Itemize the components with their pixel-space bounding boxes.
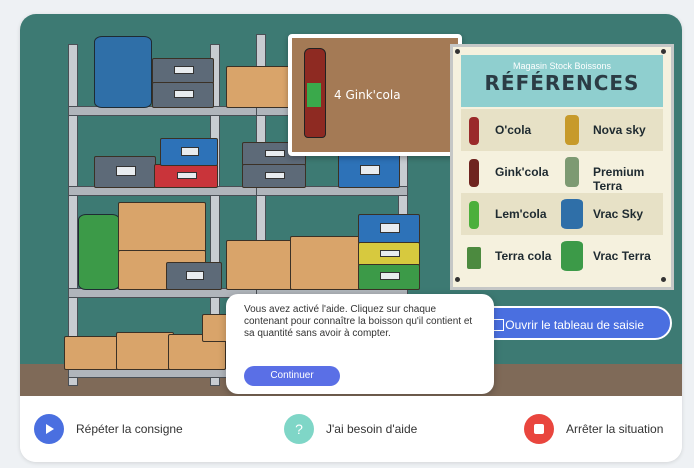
ref-row: Terra cola Vrac Terra <box>461 235 663 277</box>
metal-case[interactable] <box>152 58 214 84</box>
green-bottle-icon <box>469 201 479 229</box>
cardboard-box[interactable] <box>64 336 122 370</box>
stop-label: Arrêter la situation <box>566 422 664 436</box>
blue-drum[interactable] <box>94 36 152 108</box>
metal-case[interactable] <box>242 164 306 188</box>
blue-case[interactable] <box>358 214 420 244</box>
need-help-button[interactable]: ? J'ai besoin d'aide <box>284 414 434 444</box>
cardboard-box[interactable] <box>118 202 206 252</box>
board-title: RÉFÉRENCES <box>484 71 640 95</box>
product-popup: 4 Gink'cola <box>288 34 462 156</box>
cardboard-box[interactable] <box>226 240 298 290</box>
red-bottle-icon <box>469 117 479 145</box>
help-message: Vous avez activé l'aide. Cliquez sur cha… <box>244 304 473 339</box>
popup-product-text: 4 Gink'cola <box>334 88 401 102</box>
metal-case[interactable] <box>152 82 214 108</box>
dark-red-bottle-icon <box>469 159 479 187</box>
green-drum-icon <box>561 241 583 271</box>
yellow-bottle-icon <box>565 115 579 145</box>
ref-row: O'cola Nova sky <box>461 109 663 151</box>
blue-case[interactable] <box>338 154 400 188</box>
open-table-label: Ouvrir le tableau de saisie <box>505 318 644 332</box>
metal-case[interactable] <box>94 156 156 188</box>
blue-drum-icon <box>561 199 583 229</box>
cardboard-box[interactable] <box>290 236 362 290</box>
ref-row: Gink'cola Premium Terra <box>461 151 663 193</box>
stop-icon <box>524 414 554 444</box>
cardboard-box[interactable] <box>226 66 290 108</box>
ref-label: Lem'cola <box>495 207 547 221</box>
references-board: Magasin Stock Boissons RÉFÉRENCES O'cola… <box>450 44 674 290</box>
play-icon <box>34 414 64 444</box>
bottom-bar: Répéter la consigne ? J'ai besoin d'aide… <box>20 396 682 462</box>
repeat-instruction-button[interactable]: Répéter la consigne <box>34 414 204 444</box>
ref-label: Terra cola <box>495 249 552 263</box>
store-name: Magasin Stock Boissons <box>512 61 612 71</box>
gink-cola-bottle-icon <box>304 48 326 138</box>
help-label: J'ai besoin d'aide <box>326 422 418 436</box>
premium-bottle-icon <box>565 157 579 187</box>
green-drum[interactable] <box>78 214 120 290</box>
blue-case[interactable] <box>160 138 218 166</box>
help-dialog: Vous avez activé l'aide. Cliquez sur cha… <box>226 294 494 394</box>
metal-case[interactable] <box>166 262 222 290</box>
help-icon: ? <box>284 414 314 444</box>
green-case[interactable] <box>358 264 420 290</box>
ref-label: Nova sky <box>593 123 646 137</box>
stop-situation-button[interactable]: Arrêter la situation <box>524 414 680 444</box>
shelf-post <box>68 44 78 386</box>
open-table-button[interactable]: Ouvrir le tableau de saisie <box>476 306 672 340</box>
board-header: Magasin Stock Boissons RÉFÉRENCES <box>461 55 663 107</box>
ref-label: Premium Terra <box>593 165 645 193</box>
red-case[interactable] <box>154 164 218 188</box>
ref-row: Lem'cola Vrac Sky <box>461 193 663 235</box>
ref-label: Vrac Sky <box>593 207 644 221</box>
ref-label: Vrac Terra <box>593 249 651 263</box>
repeat-label: Répéter la consigne <box>76 422 183 436</box>
yellow-case[interactable] <box>358 242 420 266</box>
cardboard-box[interactable] <box>116 332 174 370</box>
can-icon <box>467 247 481 269</box>
game-frame: 4 Gink'cola Magasin Stock Boissons RÉFÉR… <box>20 14 682 462</box>
ref-label: Gink'cola <box>495 165 549 179</box>
continue-button[interactable]: Continuer <box>244 366 340 386</box>
ref-label: O'cola <box>495 123 532 137</box>
